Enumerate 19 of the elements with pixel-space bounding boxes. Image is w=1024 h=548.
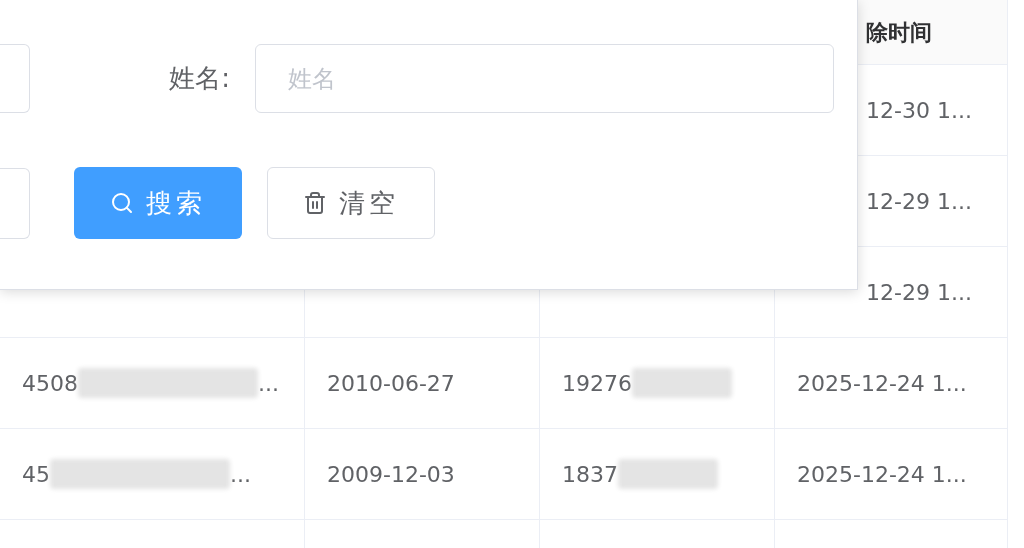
clear-button[interactable]: 清空 <box>267 167 435 239</box>
field-label: 姓名: <box>168 62 230 95</box>
name-input[interactable]: 姓名 <box>255 44 834 113</box>
table-cell-text: 12-30 1... <box>866 96 972 125</box>
select-field[interactable] <box>0 167 30 239</box>
table-cell-text: 2010-06-27 <box>327 369 455 398</box>
table-cell-text: 4508 ... <box>22 367 279 400</box>
search-icon <box>110 191 134 215</box>
table-cell-text: 45 ... <box>22 458 251 491</box>
column-header: 除时间 <box>866 18 932 47</box>
table-cell-text: 12-29 1... <box>866 187 972 216</box>
table-cell-text: 12-29 1... <box>866 278 972 307</box>
table-cell-text: 2009-12-03 <box>327 460 455 489</box>
trash-icon <box>303 191 327 215</box>
select-field[interactable] <box>0 44 30 113</box>
table-cell-text: 2025-12-24 1... <box>797 460 967 489</box>
table-cell-text: 2025-12-24 1... <box>797 369 967 398</box>
table-cell: 19276 <box>562 366 732 400</box>
table-cell: 1837 <box>562 457 718 491</box>
